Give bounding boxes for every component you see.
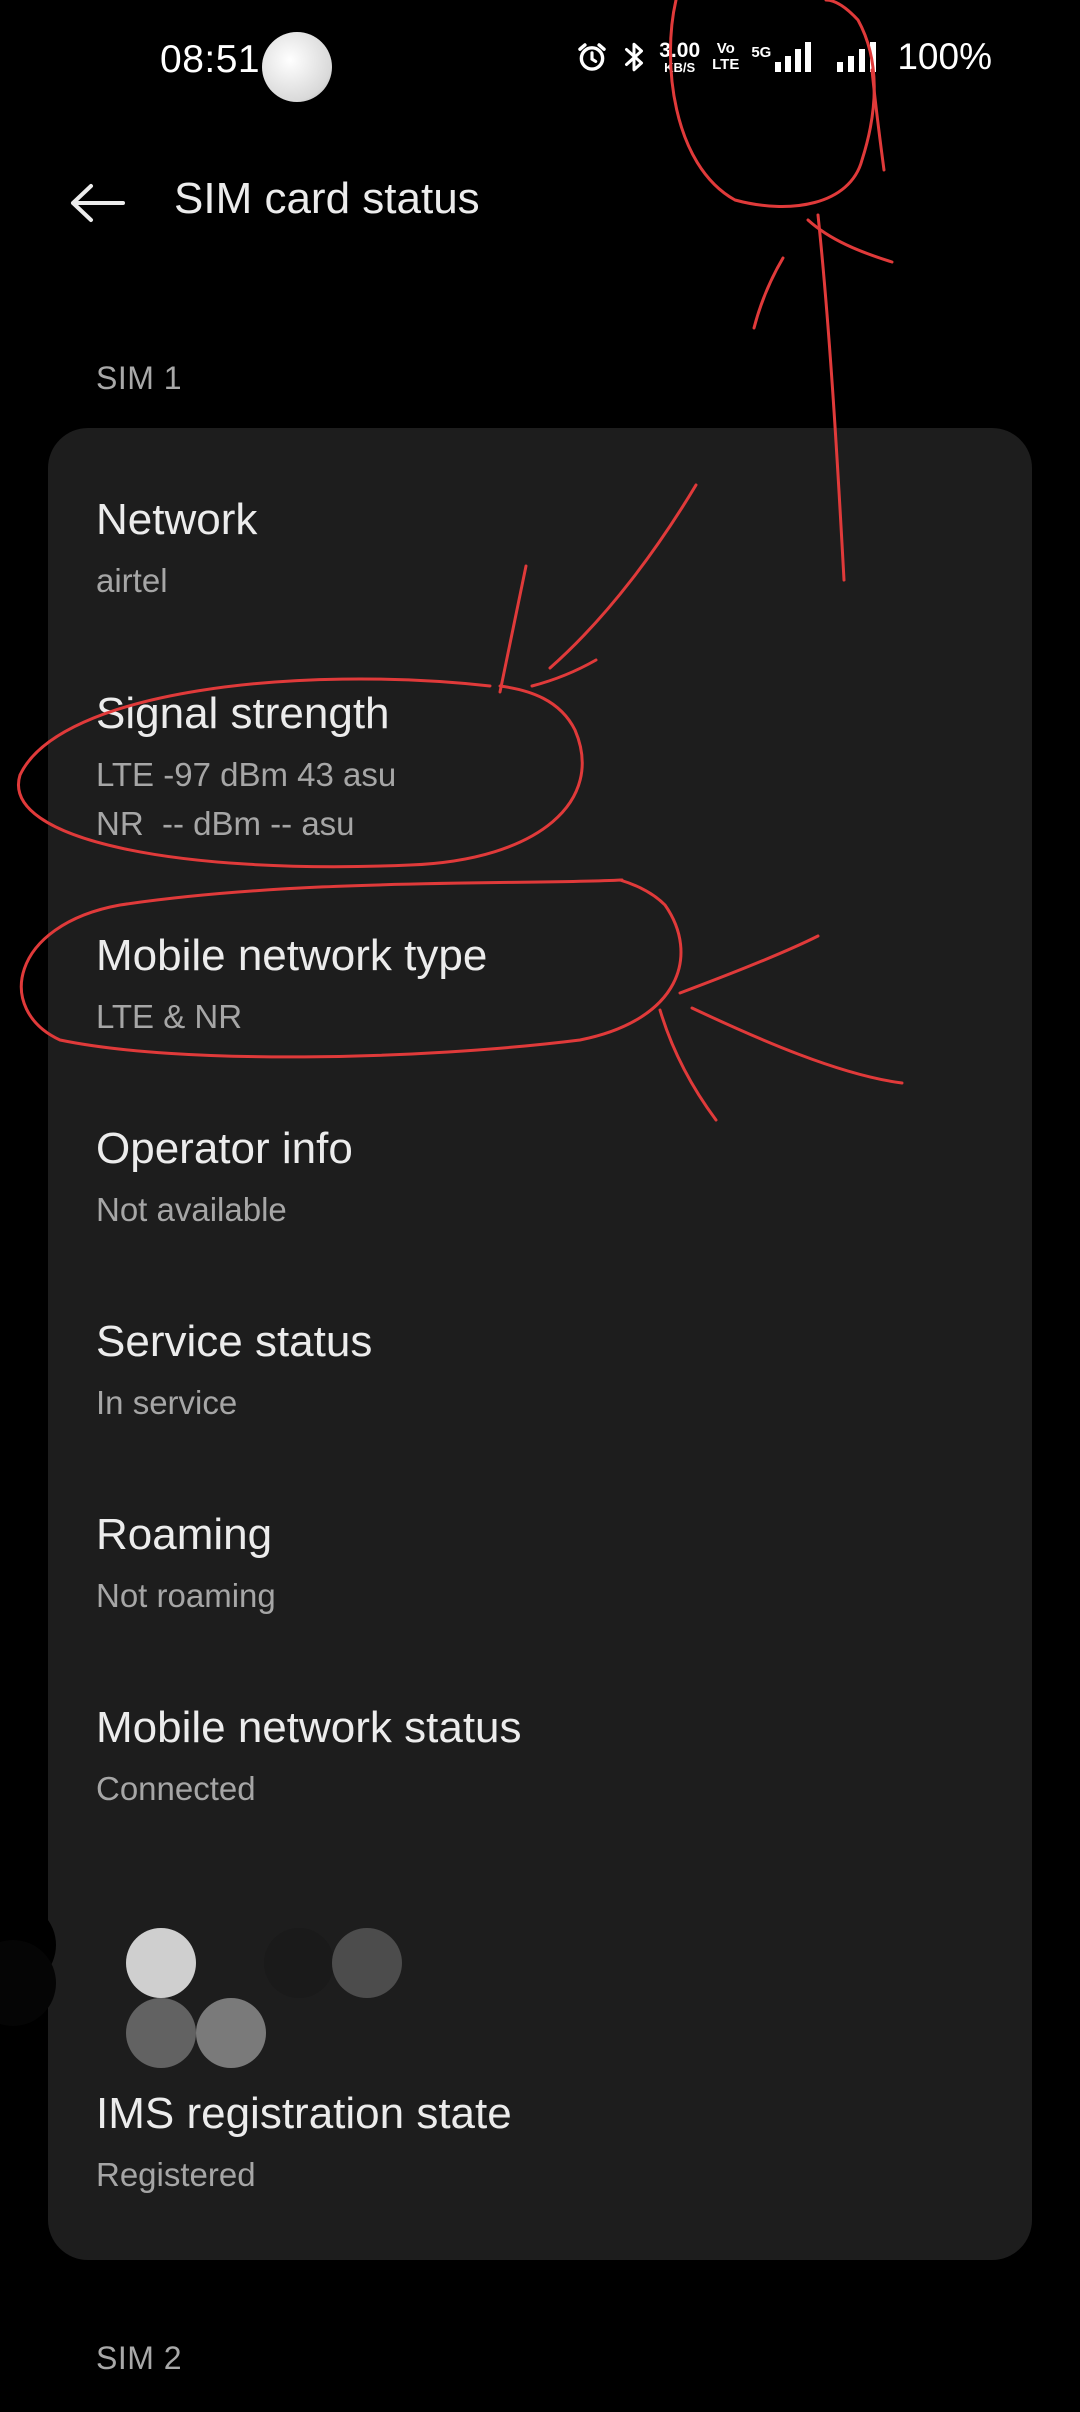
annotation-arrow: [752, 256, 785, 330]
volte-indicator: Vo LTE: [712, 41, 739, 73]
battery-percent: 100%: [897, 36, 992, 77]
loading-dot: [264, 1928, 334, 1998]
info-item-service-status[interactable]: Service status In service: [96, 1316, 976, 1428]
item-value: LTE -97 dBm 43 asu NR -- dBm -- asu: [96, 755, 397, 842]
item-value: In service: [96, 1383, 238, 1421]
signal-icon: [775, 42, 812, 72]
item-title: Roaming: [96, 1510, 273, 1559]
item-value: Connected: [96, 1769, 256, 1807]
bluetooth-icon: [625, 42, 644, 72]
info-item-signal-strength[interactable]: Signal strength LTE -97 dBm 43 asu NR --…: [96, 688, 976, 848]
sim1-signal: 5G: [751, 40, 813, 74]
item-title: Mobile network type: [96, 931, 488, 980]
network-speed-value: 3.00: [659, 39, 701, 62]
loading-dot: [126, 1928, 196, 1998]
info-item-mobile-network-type[interactable]: Mobile network type LTE & NR: [96, 930, 976, 1042]
network-speed: 3.00 KB/S: [659, 40, 700, 74]
section-label-sim1: SIM 1: [96, 360, 183, 396]
volte-top: Vo: [716, 40, 735, 58]
info-item-roaming[interactable]: Roaming Not roaming: [96, 1509, 976, 1621]
item-value: Not available: [96, 1190, 287, 1228]
loading-dot: [196, 1998, 266, 2068]
app-header: SIM card status: [0, 150, 1080, 260]
item-value: LTE & NR: [96, 997, 243, 1035]
status-bar: 08:51 3.00 KB/S Vo LTE 5G 100%: [0, 0, 1080, 130]
item-title: Operator info: [96, 1124, 353, 1173]
status-icons: 3.00 KB/S Vo LTE 5G 100%: [575, 36, 992, 78]
item-title: Signal strength: [96, 689, 390, 738]
section-label-sim2: SIM 2: [96, 2340, 183, 2376]
item-value: airtel: [96, 561, 168, 599]
page-title: SIM card status: [174, 174, 480, 223]
info-item-operator-info[interactable]: Operator info Not available: [96, 1123, 976, 1235]
back-button[interactable]: [56, 168, 136, 238]
network-speed-unit: KB/S: [664, 60, 696, 75]
floating-bubble[interactable]: [262, 32, 332, 102]
loading-dot: [332, 1928, 402, 1998]
info-item-mobile-network-status[interactable]: Mobile network status Connected: [96, 1702, 976, 1814]
item-value: Not roaming: [96, 1576, 276, 1614]
volte-bottom: LTE: [712, 56, 740, 73]
status-time: 08:51: [160, 38, 261, 81]
loading-dot: [126, 1998, 196, 2068]
network-gen: 5G: [751, 44, 772, 61]
item-value: Registered: [96, 2155, 256, 2193]
arrow-left-icon: [71, 184, 125, 222]
item-title: Mobile network status: [96, 1703, 522, 1752]
signal-icon: [837, 42, 877, 72]
info-item-ims-registration-state[interactable]: IMS registration state Registered: [96, 2088, 976, 2200]
item-title: Network: [96, 495, 258, 544]
item-title: IMS registration state: [96, 2089, 512, 2138]
info-item-network[interactable]: Network airtel: [96, 494, 976, 606]
loading-dots: [0, 1880, 440, 2068]
alarm-icon: [578, 43, 606, 71]
item-title: Service status: [96, 1317, 373, 1366]
